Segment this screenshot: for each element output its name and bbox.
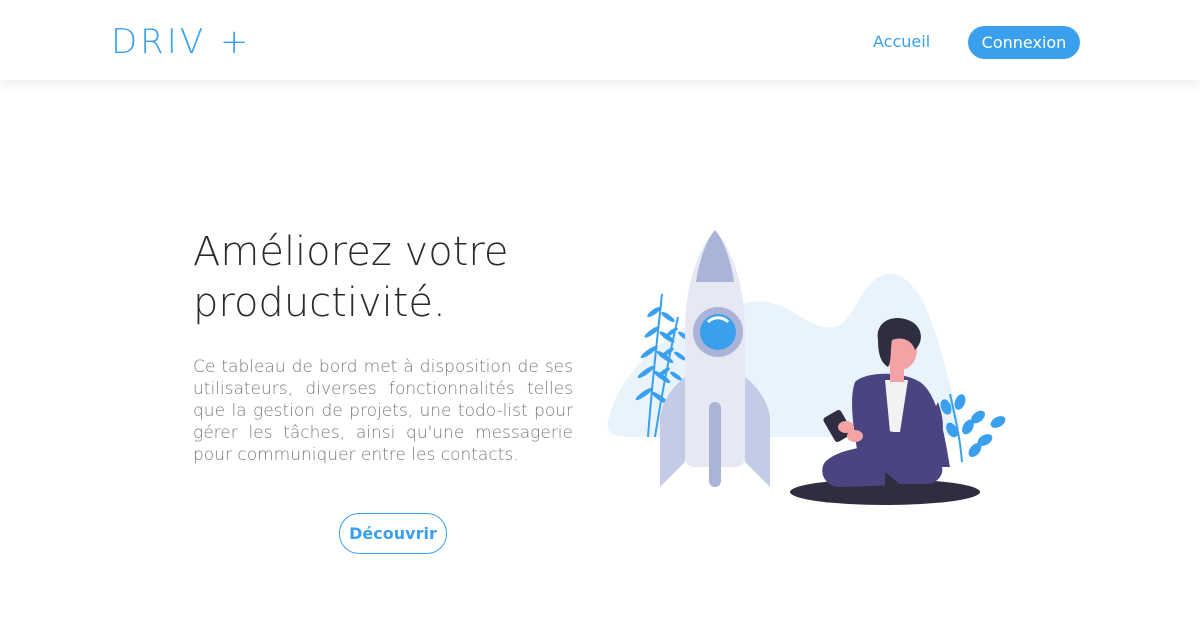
logo[interactable]: DRIV + [111, 22, 251, 62]
discover-button[interactable]: Découvrir [339, 513, 447, 554]
hero-title: Améliorez votre productivité. [193, 229, 509, 326]
navbar: DRIV + Accueil Connexion [0, 0, 1200, 80]
nav-link-home[interactable]: Accueil [873, 32, 930, 52]
right-plant-icon [940, 393, 1006, 463]
rocket-person-illustration [607, 230, 1006, 505]
hero-description: Ce tableau de bord met à disposition de … [193, 357, 573, 465]
login-button[interactable]: Connexion [968, 26, 1080, 59]
